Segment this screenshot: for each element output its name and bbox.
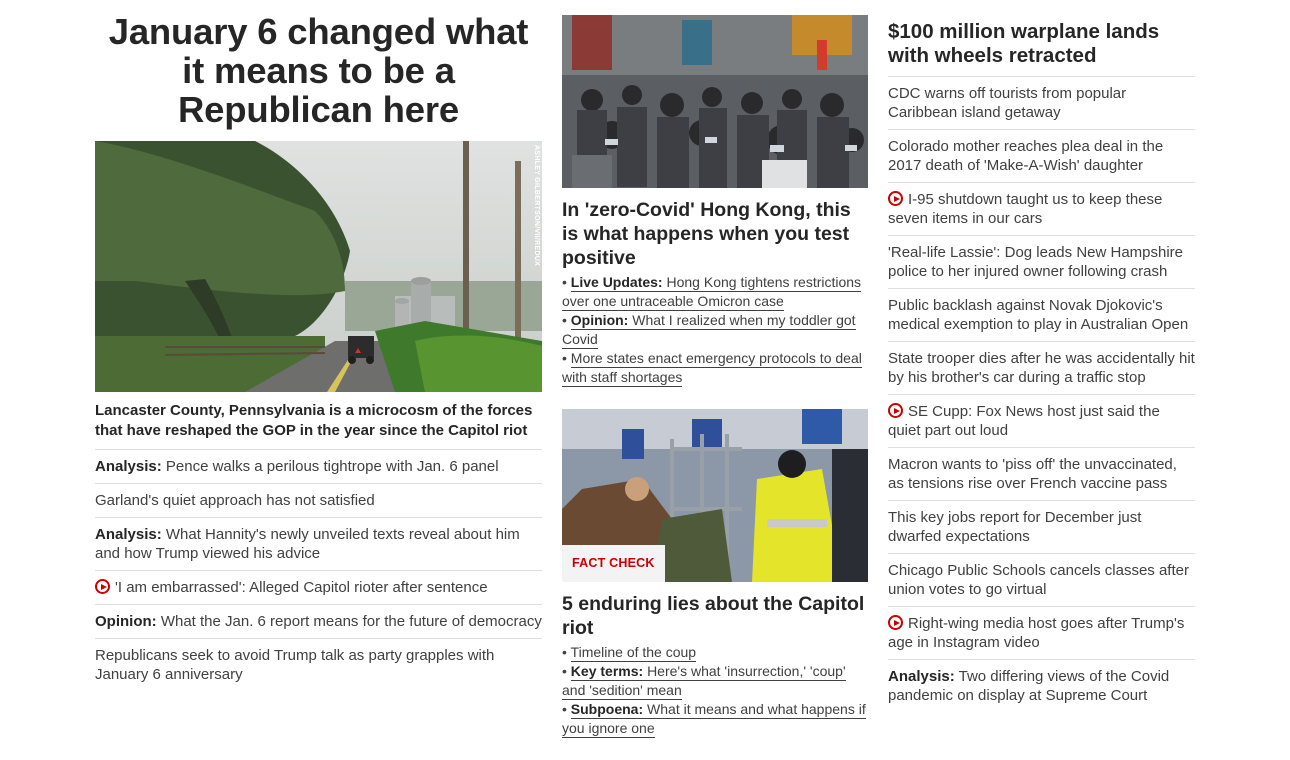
list-item[interactable]: Garland's quiet approach has not satisfi… bbox=[95, 484, 542, 518]
list-item[interactable]: State trooper dies after he was accident… bbox=[888, 342, 1195, 395]
lead-image-rural-road[interactable]: ASHLEY GILBERTSON/VII/REDUX bbox=[95, 141, 542, 392]
bullet-prefix: Opinion: bbox=[570, 312, 629, 328]
list-item[interactable]: Public backlash against Novak Djokovic's… bbox=[888, 289, 1195, 342]
item-text: Pence walks a perilous tightrope with Ja… bbox=[165, 458, 499, 475]
story-bullets: • Live Updates: Hong Kong tightens restr… bbox=[562, 273, 868, 387]
item-text: CDC warns off tourists from popular Cari… bbox=[888, 85, 1127, 121]
capitol-riot-image[interactable]: FACT CHECK bbox=[562, 409, 868, 582]
right-column: $100 million warplane lands with wheels … bbox=[888, 20, 1195, 712]
photo-credit: ASHLEY GILBERTSON/VII/REDUX bbox=[533, 145, 540, 267]
bullet-link[interactable]: Timeline of the coup bbox=[570, 644, 697, 662]
list-item[interactable]: 'Real-life Lassie': Dog leads New Hampsh… bbox=[888, 236, 1195, 289]
item-text: State trooper dies after he was accident… bbox=[888, 350, 1195, 386]
bullet-link[interactable]: Key terms: Here's what 'insurrection,' '… bbox=[562, 663, 846, 700]
bullet-item: • Timeline of the coup bbox=[562, 644, 697, 662]
list-item[interactable]: Analysis: Pence walks a perilous tightro… bbox=[95, 450, 542, 484]
item-text: Macron wants to 'piss off' the unvaccina… bbox=[888, 456, 1177, 492]
item-prefix: Opinion: bbox=[95, 613, 157, 630]
video-play-icon bbox=[888, 191, 903, 206]
video-play-icon bbox=[888, 615, 903, 630]
item-text: Republicans seek to avoid Trump talk as … bbox=[95, 647, 495, 683]
lead-caption[interactable]: Lancaster County, Pennsylvania is a micr… bbox=[95, 401, 542, 450]
list-item[interactable]: SE Cupp: Fox News host just said the qui… bbox=[888, 395, 1195, 448]
item-text: I-95 shutdown taught us to keep these se… bbox=[888, 191, 1163, 227]
item-text: Right-wing media host goes after Trump's… bbox=[888, 615, 1185, 651]
crowd-photo bbox=[562, 15, 868, 188]
middle-column: In 'zero-Covid' Hong Kong, this is what … bbox=[562, 15, 868, 738]
bullet-link[interactable]: Opinion: What I realized when my toddler… bbox=[562, 312, 856, 349]
item-text: Chicago Public Schools cancels classes a… bbox=[888, 562, 1189, 598]
bullet-item: • Subpoena: What it means and what happe… bbox=[562, 701, 866, 738]
bullet-prefix: Subpoena: bbox=[570, 701, 644, 717]
list-item[interactable]: CDC warns off tourists from popular Cari… bbox=[888, 77, 1195, 130]
item-text: Garland's quiet approach has not satisfi… bbox=[95, 492, 375, 509]
column-headline[interactable]: $100 million warplane lands with wheels … bbox=[888, 20, 1195, 77]
bullet-prefix: Key terms: bbox=[570, 663, 644, 679]
video-play-icon bbox=[888, 403, 903, 418]
list-item[interactable]: Colorado mother reaches plea deal in the… bbox=[888, 130, 1195, 183]
bullet-link[interactable]: Live Updates: Hong Kong tightens restric… bbox=[562, 274, 862, 311]
list-item[interactable]: Analysis: What Hannity's newly unveiled … bbox=[95, 518, 542, 571]
bullet-prefix: Live Updates: bbox=[570, 274, 663, 290]
list-item[interactable]: Right-wing media host goes after Trump's… bbox=[888, 607, 1195, 660]
list-item[interactable]: This key jobs report for December just d… bbox=[888, 501, 1195, 554]
item-text: This key jobs report for December just d… bbox=[888, 509, 1142, 545]
item-prefix: Analysis: bbox=[95, 526, 162, 543]
list-item[interactable]: 'I am embarrassed': Alleged Capitol riot… bbox=[95, 571, 542, 605]
story-headline[interactable]: In 'zero-Covid' Hong Kong, this is what … bbox=[562, 198, 868, 270]
bullet-item: • Opinion: What I realized when my toddl… bbox=[562, 312, 856, 349]
related-list: Analysis: Pence walks a perilous tightro… bbox=[95, 450, 542, 691]
item-text: Public backlash against Novak Djokovic's… bbox=[888, 297, 1189, 333]
item-prefix: Analysis: bbox=[95, 458, 162, 475]
item-text: 'I am embarrassed': Alleged Capitol riot… bbox=[115, 579, 488, 596]
item-prefix: Analysis: bbox=[888, 668, 955, 685]
bullet-item: • Key terms: Here's what 'insurrection,'… bbox=[562, 663, 846, 700]
item-text: What the Jan. 6 report means for the fut… bbox=[160, 613, 542, 630]
list-item[interactable]: Analysis: Two differing views of the Cov… bbox=[888, 660, 1195, 712]
headline-list: CDC warns off tourists from popular Cari… bbox=[888, 77, 1195, 712]
story-bullets: • Timeline of the coup • Key terms: Here… bbox=[562, 643, 868, 738]
story-headline[interactable]: 5 enduring lies about the Capitol riot bbox=[562, 592, 868, 640]
rural-road-photo bbox=[95, 141, 542, 392]
item-text: SE Cupp: Fox News host just said the qui… bbox=[888, 403, 1160, 439]
list-item[interactable]: I-95 shutdown taught us to keep these se… bbox=[888, 183, 1195, 236]
fact-check-label: FACT CHECK bbox=[562, 545, 665, 582]
bullet-text: Timeline of the coup bbox=[570, 644, 697, 660]
item-text: 'Real-life Lassie': Dog leads New Hampsh… bbox=[888, 244, 1184, 280]
hong-kong-crowd-image[interactable] bbox=[562, 15, 868, 188]
bullet-link[interactable]: Subpoena: What it means and what happens… bbox=[562, 701, 866, 738]
bullet-item: • Live Updates: Hong Kong tightens restr… bbox=[562, 274, 862, 311]
list-item[interactable]: Opinion: What the Jan. 6 report means fo… bbox=[95, 605, 542, 639]
bullet-link[interactable]: More states enact emergency protocols to… bbox=[562, 350, 862, 387]
item-text: Colorado mother reaches plea deal in the… bbox=[888, 138, 1164, 174]
list-item[interactable]: Republicans seek to avoid Trump talk as … bbox=[95, 639, 542, 691]
list-item[interactable]: Macron wants to 'piss off' the unvaccina… bbox=[888, 448, 1195, 501]
list-item[interactable]: Chicago Public Schools cancels classes a… bbox=[888, 554, 1195, 607]
lead-headline[interactable]: January 6 changed what it means to be a … bbox=[95, 12, 542, 129]
bullet-text: More states enact emergency protocols to… bbox=[562, 350, 862, 385]
lead-story-column: January 6 changed what it means to be a … bbox=[95, 12, 542, 691]
video-play-icon bbox=[95, 579, 110, 594]
bullet-item: • More states enact emergency protocols … bbox=[562, 350, 862, 387]
